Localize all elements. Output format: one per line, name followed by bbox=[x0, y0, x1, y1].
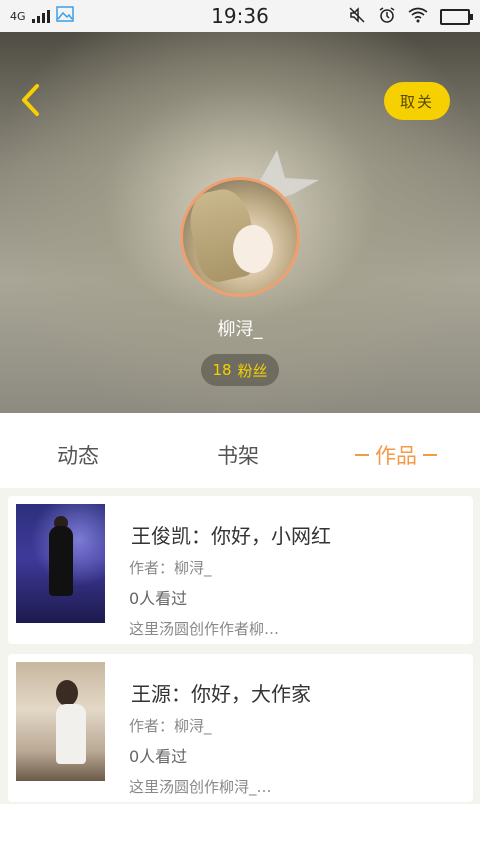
work-cover-image bbox=[16, 662, 105, 781]
chevron-left-icon bbox=[19, 83, 41, 121]
tab-bookshelf[interactable]: 书架 bbox=[217, 440, 259, 470]
fans-count: 18 bbox=[212, 361, 232, 379]
fans-count-badge[interactable]: 18 粉丝 bbox=[201, 354, 279, 386]
battery-icon bbox=[440, 9, 473, 25]
work-description: 这里汤圆创作柳浔_… bbox=[129, 778, 272, 796]
list-item[interactable]: 王源：你好，大作家 作者：柳浔_ 0人看过 这里汤圆创作柳浔_… bbox=[8, 654, 473, 802]
tab-works-label: 作品 bbox=[375, 444, 417, 468]
alarm-icon bbox=[378, 6, 396, 28]
back-button[interactable] bbox=[14, 82, 46, 122]
list-item[interactable]: 王俊凯：你好，小网红 作者：柳浔_ 0人看过 这里汤圆创作作者柳… bbox=[8, 496, 473, 644]
work-views: 0人看过 bbox=[129, 589, 188, 608]
work-description: 这里汤圆创作作者柳… bbox=[129, 620, 280, 638]
work-cover-image bbox=[16, 504, 105, 623]
mute-icon bbox=[348, 6, 366, 28]
wifi-icon bbox=[408, 7, 428, 27]
work-title: 王源：你好，大作家 bbox=[131, 682, 311, 706]
work-title: 王俊凯：你好，小网红 bbox=[131, 524, 331, 548]
fans-label: 粉丝 bbox=[237, 361, 268, 380]
work-author: 作者：柳浔_ bbox=[129, 559, 212, 577]
profile-tabs: 动态 书架 作品 bbox=[0, 414, 480, 493]
status-bar: 4G 19:36 bbox=[0, 0, 480, 32]
works-list: 王俊凯：你好，小网红 作者：柳浔_ 0人看过 这里汤圆创作作者柳… 王源：你好，… bbox=[0, 488, 480, 804]
avatar[interactable] bbox=[180, 177, 300, 297]
profile-header: 取关 柳浔_ 18 粉丝 bbox=[0, 32, 480, 413]
work-views: 0人看过 bbox=[129, 747, 188, 766]
active-tab-left-indicator bbox=[355, 454, 369, 456]
status-right bbox=[348, 6, 473, 28]
unfollow-button[interactable]: 取关 bbox=[384, 82, 450, 120]
active-tab-right-indicator bbox=[423, 454, 437, 456]
tab-dynamics[interactable]: 动态 bbox=[57, 440, 99, 470]
username: 柳浔_ bbox=[217, 319, 263, 340]
work-author: 作者：柳浔_ bbox=[129, 717, 212, 735]
tab-works[interactable]: 作品 bbox=[355, 440, 437, 470]
